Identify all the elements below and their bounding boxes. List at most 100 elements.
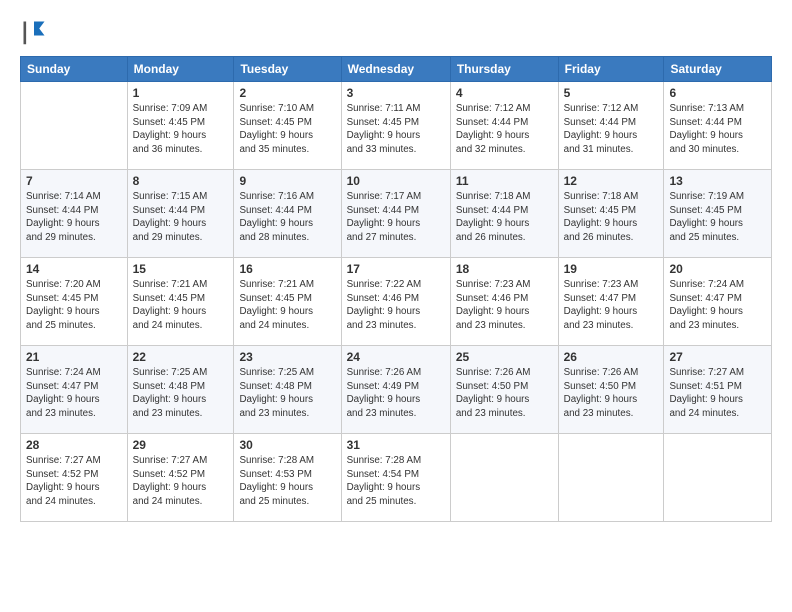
calendar-cell: 31 Sunrise: 7:28 AMSunset: 4:54 PMDayligh…	[341, 434, 450, 522]
day-number: 9	[239, 174, 335, 188]
day-info: Sunrise: 7:21 AMSunset: 4:45 PMDaylight:…	[133, 278, 229, 333]
day-info: Sunrise: 7:23 AMSunset: 4:47 PMDaylight:…	[564, 278, 659, 333]
weekday-header: Monday	[127, 57, 234, 82]
day-number: 30	[239, 438, 335, 452]
calendar-cell	[21, 82, 128, 170]
calendar-cell: 19 Sunrise: 7:23 AMSunset: 4:47 PMDayligh…	[558, 258, 664, 346]
calendar-cell: 25 Sunrise: 7:26 AMSunset: 4:50 PMDayligh…	[450, 346, 558, 434]
weekday-header: Tuesday	[234, 57, 341, 82]
day-info: Sunrise: 7:27 AMSunset: 4:52 PMDaylight:…	[26, 454, 122, 509]
day-info: Sunrise: 7:26 AMSunset: 4:50 PMDaylight:…	[564, 366, 659, 421]
logo-icon	[20, 18, 48, 46]
day-info: Sunrise: 7:21 AMSunset: 4:45 PMDaylight:…	[239, 278, 335, 333]
day-info: Sunrise: 7:22 AMSunset: 4:46 PMDaylight:…	[347, 278, 445, 333]
calendar-week-row: 1 Sunrise: 7:09 AMSunset: 4:45 PMDaylight…	[21, 82, 772, 170]
day-number: 24	[347, 350, 445, 364]
calendar-cell: 8 Sunrise: 7:15 AMSunset: 4:44 PMDaylight…	[127, 170, 234, 258]
day-info: Sunrise: 7:18 AMSunset: 4:45 PMDaylight:…	[564, 190, 659, 245]
day-number: 25	[456, 350, 553, 364]
day-number: 8	[133, 174, 229, 188]
day-number: 1	[133, 86, 229, 100]
calendar-cell: 27Sunrise: 7:27 AMSunset: 4:51 PMDayligh…	[664, 346, 772, 434]
logo	[20, 18, 52, 46]
day-number: 14	[26, 262, 122, 276]
calendar-cell: 9Sunrise: 7:16 AMSunset: 4:44 PMDaylight…	[234, 170, 341, 258]
day-info: Sunrise: 7:17 AMSunset: 4:44 PMDaylight:…	[347, 190, 445, 245]
day-info: Sunrise: 7:27 AMSunset: 4:52 PMDaylight:…	[133, 454, 229, 509]
day-info: Sunrise: 7:23 AMSunset: 4:46 PMDaylight:…	[456, 278, 553, 333]
calendar-cell: 14 Sunrise: 7:20 AMSunset: 4:45 PMDayligh…	[21, 258, 128, 346]
calendar-week-row: 7 Sunrise: 7:14 AMSunset: 4:44 PMDaylight…	[21, 170, 772, 258]
calendar-cell: 1 Sunrise: 7:09 AMSunset: 4:45 PMDaylight…	[127, 82, 234, 170]
day-number: 20	[669, 262, 766, 276]
day-info: Sunrise: 7:13 AMSunset: 4:44 PMDaylight:…	[669, 102, 766, 157]
day-number: 13	[669, 174, 766, 188]
day-info: Sunrise: 7:15 AMSunset: 4:44 PMDaylight:…	[133, 190, 229, 245]
day-number: 21	[26, 350, 122, 364]
weekday-header: Wednesday	[341, 57, 450, 82]
calendar-cell: 26 Sunrise: 7:26 AMSunset: 4:50 PMDayligh…	[558, 346, 664, 434]
day-number: 5	[564, 86, 659, 100]
calendar-week-row: 21 Sunrise: 7:24 AMSunset: 4:47 PMDayligh…	[21, 346, 772, 434]
day-number: 12	[564, 174, 659, 188]
day-info: Sunrise: 7:20 AMSunset: 4:45 PMDaylight:…	[26, 278, 122, 333]
calendar-cell: 18 Sunrise: 7:23 AMSunset: 4:46 PMDayligh…	[450, 258, 558, 346]
day-number: 10	[347, 174, 445, 188]
day-number: 26	[564, 350, 659, 364]
day-number: 18	[456, 262, 553, 276]
day-info: Sunrise: 7:25 AMSunset: 4:48 PMDaylight:…	[239, 366, 335, 421]
calendar-cell: 13 Sunrise: 7:19 AMSunset: 4:45 PMDayligh…	[664, 170, 772, 258]
day-info: Sunrise: 7:26 AMSunset: 4:50 PMDaylight:…	[456, 366, 553, 421]
calendar-week-row: 14 Sunrise: 7:20 AMSunset: 4:45 PMDayligh…	[21, 258, 772, 346]
calendar-cell: 7 Sunrise: 7:14 AMSunset: 4:44 PMDaylight…	[21, 170, 128, 258]
day-number: 3	[347, 86, 445, 100]
calendar-cell: 30 Sunrise: 7:28 AMSunset: 4:53 PMDayligh…	[234, 434, 341, 522]
calendar-cell: 15 Sunrise: 7:21 AMSunset: 4:45 PMDayligh…	[127, 258, 234, 346]
day-number: 17	[347, 262, 445, 276]
calendar-cell: 3 Sunrise: 7:11 AMSunset: 4:45 PMDaylight…	[341, 82, 450, 170]
day-info: Sunrise: 7:10 AMSunset: 4:45 PMDaylight:…	[239, 102, 335, 157]
day-info: Sunrise: 7:28 AMSunset: 4:53 PMDaylight:…	[239, 454, 335, 509]
calendar-table: SundayMondayTuesdayWednesdayThursdayFrid…	[20, 56, 772, 522]
day-info: Sunrise: 7:11 AMSunset: 4:45 PMDaylight:…	[347, 102, 445, 157]
day-info: Sunrise: 7:09 AMSunset: 4:45 PMDaylight:…	[133, 102, 229, 157]
calendar-cell: 5 Sunrise: 7:12 AMSunset: 4:44 PMDaylight…	[558, 82, 664, 170]
weekday-header: Sunday	[21, 57, 128, 82]
day-number: 31	[347, 438, 445, 452]
calendar-cell: 10 Sunrise: 7:17 AMSunset: 4:44 PMDayligh…	[341, 170, 450, 258]
day-info: Sunrise: 7:19 AMSunset: 4:45 PMDaylight:…	[669, 190, 766, 245]
day-number: 6	[669, 86, 766, 100]
weekday-header: Saturday	[664, 57, 772, 82]
calendar-cell: 22 Sunrise: 7:25 AMSunset: 4:48 PMDayligh…	[127, 346, 234, 434]
day-info: Sunrise: 7:25 AMSunset: 4:48 PMDaylight:…	[133, 366, 229, 421]
calendar-cell: 17 Sunrise: 7:22 AMSunset: 4:46 PMDayligh…	[341, 258, 450, 346]
calendar-cell: 6 Sunrise: 7:13 AMSunset: 4:44 PMDaylight…	[664, 82, 772, 170]
day-info: Sunrise: 7:24 AMSunset: 4:47 PMDaylight:…	[26, 366, 122, 421]
calendar-cell	[664, 434, 772, 522]
day-number: 27	[669, 350, 766, 364]
calendar-cell	[450, 434, 558, 522]
day-number: 16	[239, 262, 335, 276]
calendar-cell: 23Sunrise: 7:25 AMSunset: 4:48 PMDayligh…	[234, 346, 341, 434]
calendar-cell: 29Sunrise: 7:27 AMSunset: 4:52 PMDayligh…	[127, 434, 234, 522]
day-info: Sunrise: 7:12 AMSunset: 4:44 PMDaylight:…	[456, 102, 553, 157]
calendar-cell: 28 Sunrise: 7:27 AMSunset: 4:52 PMDayligh…	[21, 434, 128, 522]
day-info: Sunrise: 7:14 AMSunset: 4:44 PMDaylight:…	[26, 190, 122, 245]
calendar-cell: 12 Sunrise: 7:18 AMSunset: 4:45 PMDayligh…	[558, 170, 664, 258]
calendar-cell: 4Sunrise: 7:12 AMSunset: 4:44 PMDaylight…	[450, 82, 558, 170]
day-info: Sunrise: 7:28 AMSunset: 4:54 PMDaylight:…	[347, 454, 445, 509]
day-info: Sunrise: 7:18 AMSunset: 4:44 PMDaylight:…	[456, 190, 553, 245]
day-number: 11	[456, 174, 553, 188]
day-number: 15	[133, 262, 229, 276]
day-number: 22	[133, 350, 229, 364]
calendar-cell: 24 Sunrise: 7:26 AMSunset: 4:49 PMDayligh…	[341, 346, 450, 434]
calendar-cell	[558, 434, 664, 522]
day-info: Sunrise: 7:26 AMSunset: 4:49 PMDaylight:…	[347, 366, 445, 421]
day-number: 19	[564, 262, 659, 276]
calendar-cell: 16 Sunrise: 7:21 AMSunset: 4:45 PMDayligh…	[234, 258, 341, 346]
calendar-cell: 2Sunrise: 7:10 AMSunset: 4:45 PMDaylight…	[234, 82, 341, 170]
day-info: Sunrise: 7:24 AMSunset: 4:47 PMDaylight:…	[669, 278, 766, 333]
day-number: 7	[26, 174, 122, 188]
day-info: Sunrise: 7:12 AMSunset: 4:44 PMDaylight:…	[564, 102, 659, 157]
day-number: 28	[26, 438, 122, 452]
